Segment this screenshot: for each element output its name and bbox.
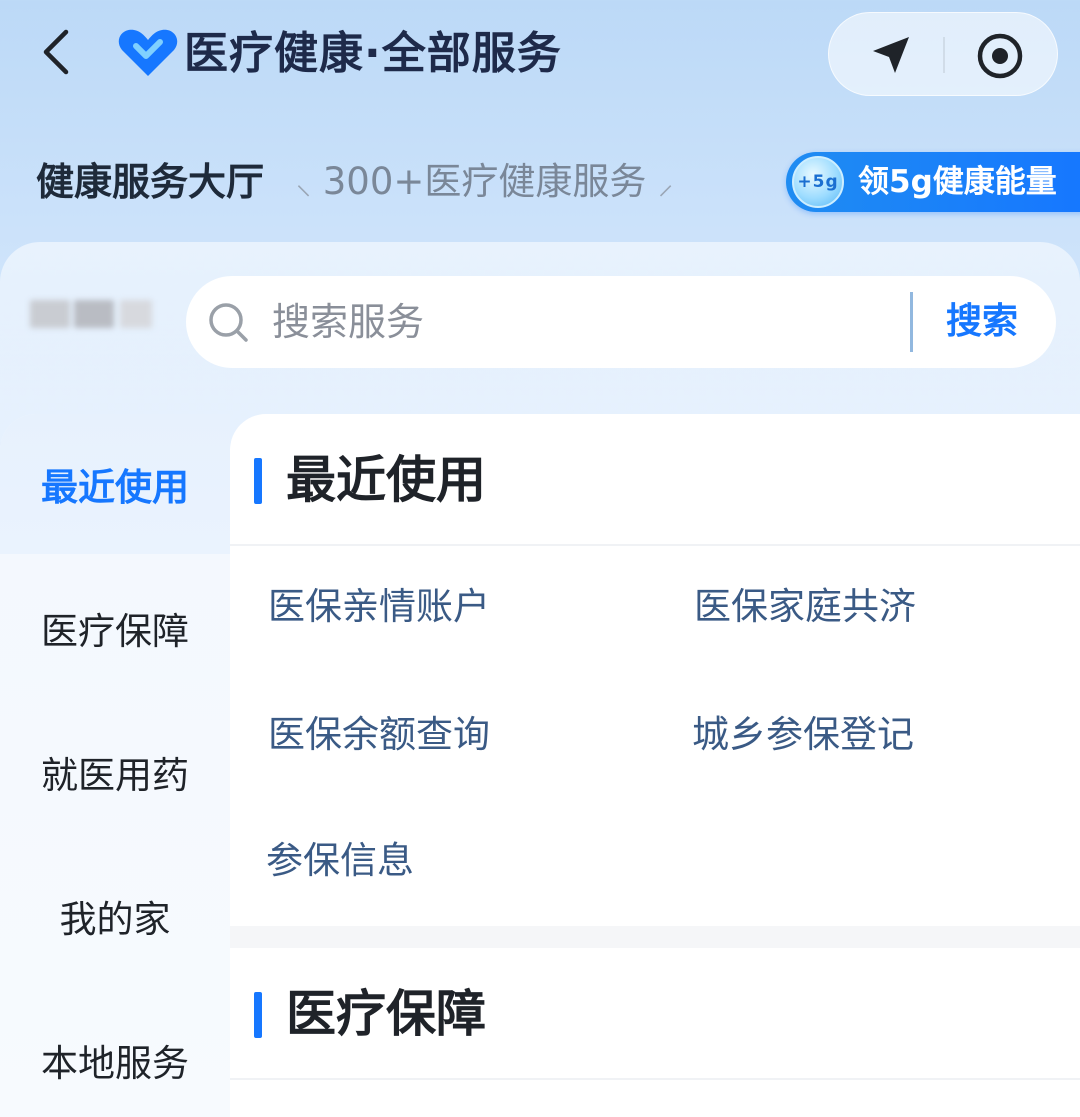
section-header-medical-insurance: 医疗保障	[230, 948, 1080, 1080]
navigation-arrow-icon	[873, 37, 909, 73]
search-button[interactable]: 搜索	[946, 292, 1018, 352]
top-bar: 医疗健康·全部服务	[0, 0, 1080, 110]
service-link-insurance-registration[interactable]: 城乡参保登记	[692, 710, 914, 760]
service-link-family-mutual-aid[interactable]: 医保家庭共济	[694, 582, 916, 632]
nav-item-recent[interactable]: 最近使用	[0, 414, 230, 554]
heart-logo-icon	[116, 26, 180, 80]
energy-badge[interactable]: +5g 领5g健康能量	[786, 152, 1080, 212]
section-divider	[230, 926, 1080, 948]
location-button[interactable]	[869, 33, 913, 77]
service-link-family-account[interactable]: 医保亲情账户	[268, 582, 490, 632]
page-title: 医疗健康·全部服务	[184, 28, 562, 79]
service-link-insurance-info[interactable]: 参保信息	[266, 836, 414, 886]
nav-item-medical-insurance[interactable]: 医疗保障	[0, 562, 230, 702]
laurel-left-icon: ⸜	[296, 167, 311, 202]
hall-title: 健康服务大厅	[36, 160, 265, 204]
record-target-icon	[977, 33, 1023, 79]
hall-subtitle-text: 300+医疗健康服务	[322, 160, 647, 203]
nav-item-medical-care[interactable]: 就医用药	[0, 706, 230, 846]
hall-row: 健康服务大厅 ⸜ 300+医疗健康服务 ⸝ +5g 领5g健康能量	[0, 140, 1080, 224]
hall-subtitle: ⸜ 300+医疗健康服务 ⸝	[296, 158, 673, 209]
section-accent-bar	[254, 992, 262, 1038]
nav-item-my-family[interactable]: 我的家	[0, 850, 230, 990]
laurel-right-icon: ⸝	[658, 167, 674, 202]
section-accent-bar	[254, 458, 262, 504]
section-header-recent: 最近使用	[230, 414, 1080, 546]
capsule-divider	[943, 37, 945, 73]
mini-app-capsule	[828, 12, 1058, 96]
service-content: 最近使用 医保亲情账户 医保家庭共济 医保余额查询 城乡参保登记 参保信息 医疗…	[230, 414, 1080, 1117]
back-button[interactable]	[30, 22, 90, 82]
search-icon	[209, 303, 248, 342]
nav-item-local-services[interactable]: 本地服务	[0, 994, 230, 1117]
section-title: 最近使用	[286, 451, 486, 509]
search-box[interactable]: 搜索	[186, 276, 1056, 368]
city-selector[interactable]	[30, 290, 160, 340]
section-title: 医疗保障	[286, 985, 486, 1043]
close-mini-app-button[interactable]	[975, 31, 1025, 81]
chevron-left-icon	[43, 29, 69, 75]
search-divider	[910, 292, 913, 352]
service-link-balance-query[interactable]: 医保余额查询	[268, 710, 490, 760]
category-nav: 最近使用 医疗保障 就医用药 我的家 本地服务	[0, 414, 230, 1117]
energy-coin-icon: +5g	[792, 156, 844, 208]
energy-label: 领5g健康能量	[858, 164, 1057, 200]
search-input[interactable]	[272, 292, 892, 352]
